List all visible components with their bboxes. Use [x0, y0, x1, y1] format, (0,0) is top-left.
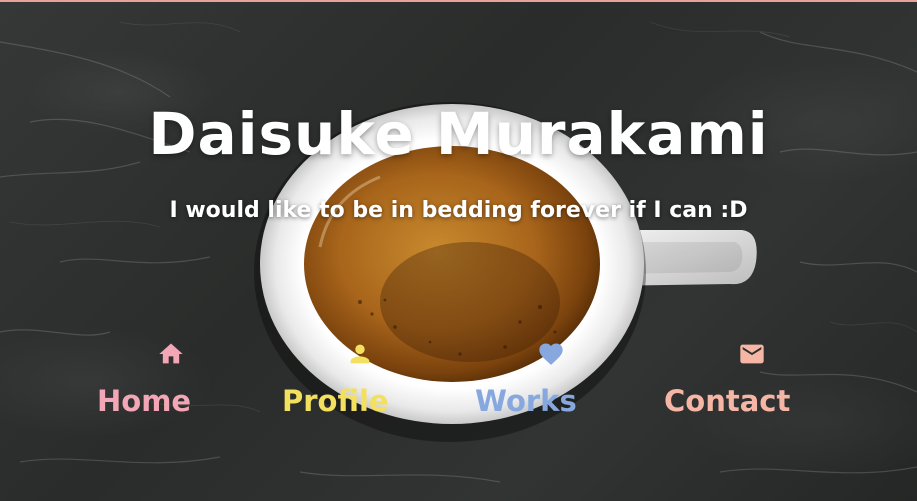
nav-home-link[interactable]: Home	[55, 340, 235, 430]
person-icon	[346, 340, 374, 368]
tagline: I would like to be in bedding forever if…	[169, 198, 748, 223]
page-title: Daisuke Murakami	[148, 100, 769, 168]
nav-works-link[interactable]: Works	[440, 340, 620, 430]
nav-profile-label: Profile	[282, 384, 389, 418]
nav-profile-link[interactable]: Profile	[250, 340, 430, 430]
nav-works-label: Works	[475, 384, 577, 418]
nav-home-label: Home	[97, 384, 192, 418]
nav-contact-label: Contact	[664, 384, 791, 418]
hero-section: Daisuke Murakami I would like to be in b…	[0, 0, 917, 501]
nav-contact-link[interactable]: Contact	[640, 340, 820, 430]
home-icon	[157, 340, 185, 368]
mail-icon	[738, 340, 766, 368]
heart-icon	[537, 340, 565, 368]
